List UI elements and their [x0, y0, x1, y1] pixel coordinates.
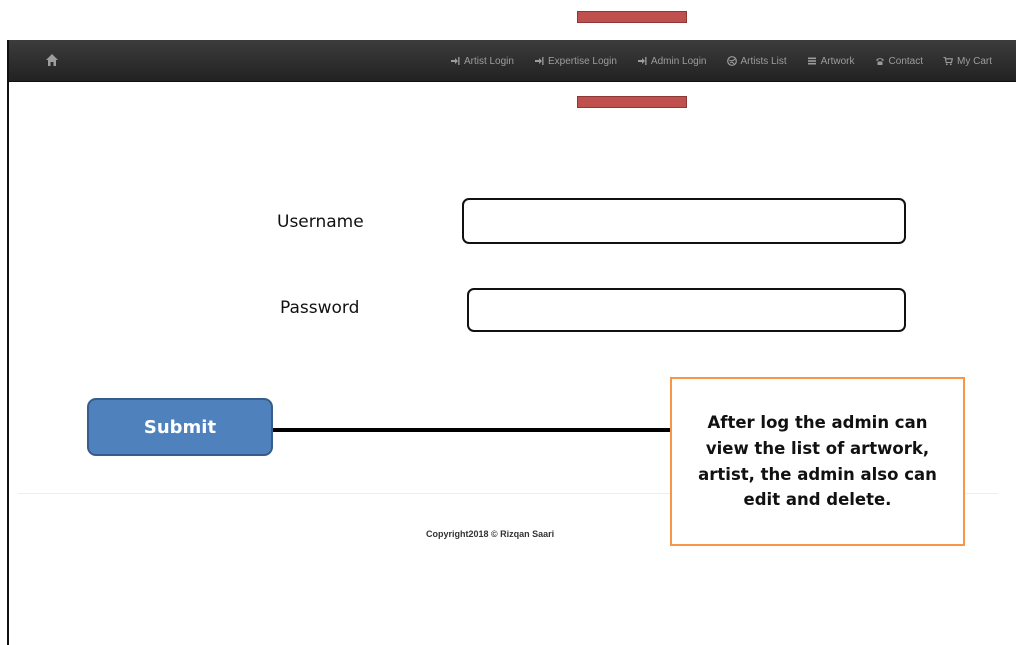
nav-link-label: Artists List: [740, 55, 787, 67]
bottom-marker-bar: [577, 96, 687, 108]
nav-artwork[interactable]: Artwork: [807, 56, 855, 67]
top-navbar: Artist Login Expertise Login Admin Login…: [9, 40, 1016, 82]
nav-link-label: Artwork: [820, 55, 855, 67]
username-input[interactable]: [462, 198, 906, 244]
nav-admin-login[interactable]: Admin Login: [637, 56, 707, 67]
nav-my-cart[interactable]: My Cart: [943, 56, 992, 67]
password-input[interactable]: [467, 288, 906, 332]
phone-icon: [875, 56, 885, 66]
login-icon: [534, 56, 544, 66]
nav-link-label: Artist Login: [463, 55, 514, 67]
password-label: Password: [280, 298, 360, 318]
footer-copyright: Copyright2018 © Rizqan Saari: [426, 529, 555, 539]
submit-button[interactable]: Submit: [87, 398, 273, 456]
nav-expertise-login[interactable]: Expertise Login: [534, 56, 617, 67]
globe-icon: [726, 56, 737, 66]
top-marker-bar: [577, 11, 687, 23]
wireframe-canvas: Artist Login Expertise Login Admin Login…: [0, 0, 1016, 645]
nav-artist-login[interactable]: Artist Login: [450, 56, 514, 67]
callout-text: After log the admin can view the list of…: [698, 413, 937, 510]
login-icon: [450, 56, 460, 66]
list-icon: [807, 56, 817, 66]
page-left-border: [7, 40, 9, 645]
nav-links: Artist Login Expertise Login Admin Login…: [450, 40, 992, 82]
annotation-callout: After log the admin can view the list of…: [670, 377, 965, 546]
nav-contact[interactable]: Contact: [875, 56, 923, 67]
nav-link-label: Expertise Login: [547, 55, 617, 67]
callout-connector-line: [273, 428, 671, 432]
home-icon[interactable]: [45, 53, 59, 67]
login-icon: [637, 56, 647, 66]
nav-link-label: Contact: [888, 55, 923, 67]
username-label: Username: [277, 212, 364, 232]
nav-link-label: Admin Login: [650, 55, 707, 67]
nav-artists-list[interactable]: Artists List: [726, 55, 787, 67]
nav-link-label: My Cart: [957, 55, 992, 67]
cart-icon: [943, 56, 953, 66]
